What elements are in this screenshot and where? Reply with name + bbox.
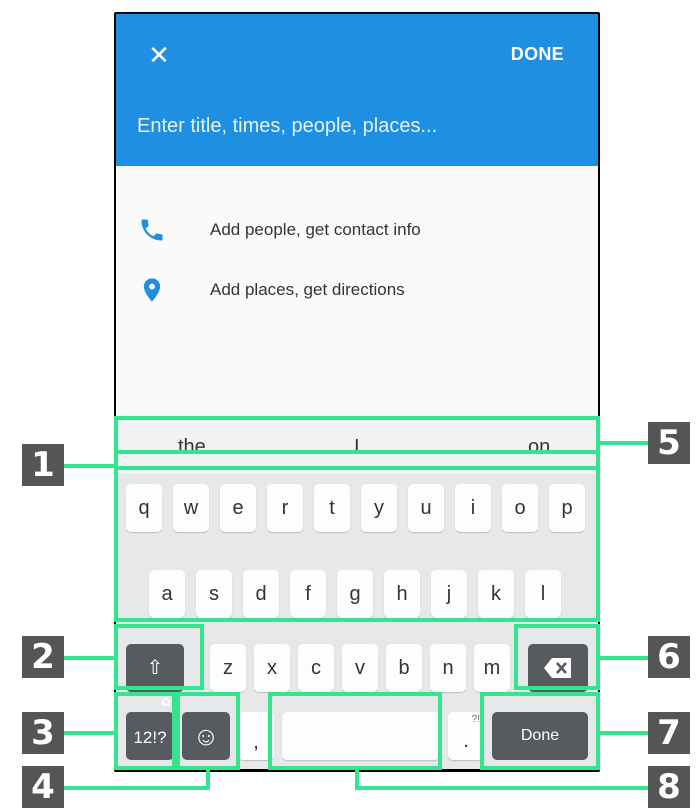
callout-7-frame	[480, 692, 600, 770]
leader-line-4-vert	[206, 768, 210, 788]
phone-icon	[141, 219, 163, 241]
close-icon[interactable]: ✕	[144, 40, 174, 70]
add-places-label: Add places, get directions	[210, 280, 405, 299]
add-people-row[interactable]: Add people, get contact info	[116, 210, 598, 250]
event-details: Add people, get contact info Add places,…	[116, 166, 598, 421]
callout-2-frame	[114, 624, 204, 690]
period-alt-label: ?!	[471, 714, 480, 725]
leader-line-6	[600, 656, 648, 660]
leader-line-8-vert	[355, 768, 359, 788]
callout-badge-5: 5	[648, 422, 690, 464]
callout-1-frame	[114, 450, 600, 622]
key-m[interactable]: m	[474, 644, 510, 692]
key-c[interactable]: c	[298, 644, 334, 692]
done-button[interactable]: DONE	[511, 44, 564, 65]
add-people-label: Add people, get contact info	[210, 220, 421, 239]
title-input[interactable]: Enter title, times, people, places...	[137, 115, 437, 138]
callout-badge-8: 8	[648, 766, 690, 808]
period-label: .	[463, 730, 469, 752]
leader-line-4	[64, 786, 210, 790]
leader-line-8	[355, 786, 648, 790]
period-key[interactable]: ?! .	[448, 712, 484, 760]
callout-4-frame	[176, 692, 240, 770]
location-pin-icon	[143, 278, 161, 302]
leader-line-5	[600, 441, 648, 445]
key-n[interactable]: n	[430, 644, 466, 692]
leader-line-3	[64, 731, 116, 735]
event-header: ✕ DONE Enter title, times, people, place…	[116, 14, 598, 166]
key-x[interactable]: x	[254, 644, 290, 692]
callout-6-frame	[514, 624, 600, 690]
key-z[interactable]: z	[210, 644, 246, 692]
callout-badge-6: 6	[648, 636, 690, 678]
callout-badge-7: 7	[648, 712, 690, 754]
callout-badge-3: 3	[22, 712, 64, 754]
callout-3-frame	[114, 692, 176, 770]
callout-badge-2: 2	[22, 636, 64, 678]
leader-line-7	[600, 731, 648, 735]
leader-line-2	[64, 656, 116, 660]
callout-badge-4: 4	[22, 766, 64, 808]
leader-line-1	[64, 464, 116, 468]
key-v[interactable]: v	[342, 644, 378, 692]
key-b[interactable]: b	[386, 644, 422, 692]
add-places-row[interactable]: Add places, get directions	[116, 270, 598, 310]
callout-badge-1: 1	[22, 444, 64, 486]
callout-8-frame	[268, 692, 442, 770]
